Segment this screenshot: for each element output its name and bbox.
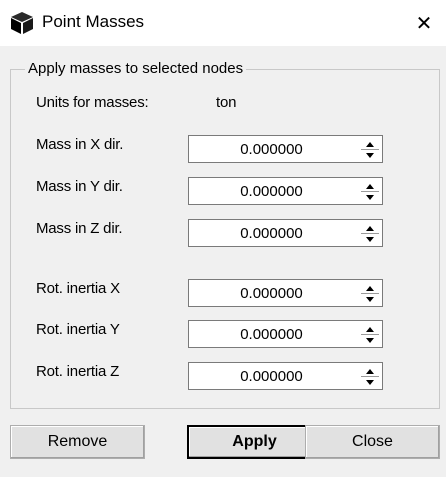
rot-inertia-z-label: Rot. inertia Z — [36, 363, 120, 380]
window-title: Point Masses — [42, 12, 145, 31]
spin-down-button[interactable] — [361, 149, 379, 160]
arrow-down-icon — [366, 337, 374, 343]
mass-z-label: Mass in Z dir. — [36, 220, 123, 237]
mass-y-spin — [361, 181, 379, 201]
close-window-button[interactable]: ✕ — [402, 0, 446, 46]
mass-z-input[interactable] — [189, 220, 354, 246]
arrow-down-icon — [366, 152, 374, 158]
apply-button[interactable]: Apply — [187, 425, 322, 459]
mass-z-spin — [361, 223, 379, 243]
spin-up-button[interactable] — [361, 223, 379, 233]
arrow-up-icon — [366, 368, 374, 374]
rot-inertia-x-spin — [361, 283, 379, 303]
point-masses-dialog: Point Masses ✕ Apply masses to selected … — [0, 0, 446, 477]
arrow-up-icon — [366, 285, 374, 291]
arrow-down-icon — [366, 379, 374, 385]
spin-up-button[interactable] — [361, 324, 379, 334]
rot-inertia-x-label: Rot. inertia X — [36, 280, 120, 297]
spin-down-button[interactable] — [361, 334, 379, 345]
mass-y-stepper — [188, 177, 383, 205]
title-bar: Point Masses ✕ — [0, 0, 446, 46]
mass-x-input[interactable] — [189, 136, 354, 162]
mass-x-label: Mass in X dir. — [36, 136, 124, 153]
arrow-up-icon — [366, 326, 374, 332]
units-value: ton — [216, 94, 237, 111]
spin-down-button[interactable] — [361, 376, 379, 387]
rot-inertia-y-stepper — [188, 320, 383, 348]
rot-inertia-y-input[interactable] — [189, 321, 354, 347]
mass-y-label: Mass in Y dir. — [36, 178, 123, 195]
arrow-down-icon — [366, 236, 374, 242]
arrow-down-icon — [366, 194, 374, 200]
spin-down-button[interactable] — [361, 293, 379, 304]
arrow-up-icon — [366, 225, 374, 231]
group-label: Apply masses to selected nodes — [25, 60, 247, 77]
rot-inertia-z-input[interactable] — [189, 363, 354, 389]
spin-up-button[interactable] — [361, 139, 379, 149]
arrow-down-icon — [366, 296, 374, 302]
arrow-up-icon — [366, 141, 374, 147]
close-icon: ✕ — [415, 12, 433, 35]
spin-up-button[interactable] — [361, 366, 379, 376]
rot-inertia-x-input[interactable] — [189, 280, 354, 306]
rot-inertia-z-stepper — [188, 362, 383, 390]
cube-icon — [11, 12, 33, 34]
rot-inertia-y-spin — [361, 324, 379, 344]
mass-x-stepper — [188, 135, 383, 163]
spin-up-button[interactable] — [361, 283, 379, 293]
rot-inertia-x-stepper — [188, 279, 383, 307]
close-button[interactable]: Close — [305, 425, 440, 459]
spin-up-button[interactable] — [361, 181, 379, 191]
mass-z-stepper — [188, 219, 383, 247]
mass-x-spin — [361, 139, 379, 159]
units-label: Units for masses: — [36, 94, 149, 111]
spin-down-button[interactable] — [361, 191, 379, 202]
spin-down-button[interactable] — [361, 233, 379, 244]
rot-inertia-z-spin — [361, 366, 379, 386]
rot-inertia-y-label: Rot. inertia Y — [36, 321, 120, 338]
remove-button[interactable]: Remove — [10, 425, 145, 459]
arrow-up-icon — [366, 183, 374, 189]
mass-y-input[interactable] — [189, 178, 354, 204]
